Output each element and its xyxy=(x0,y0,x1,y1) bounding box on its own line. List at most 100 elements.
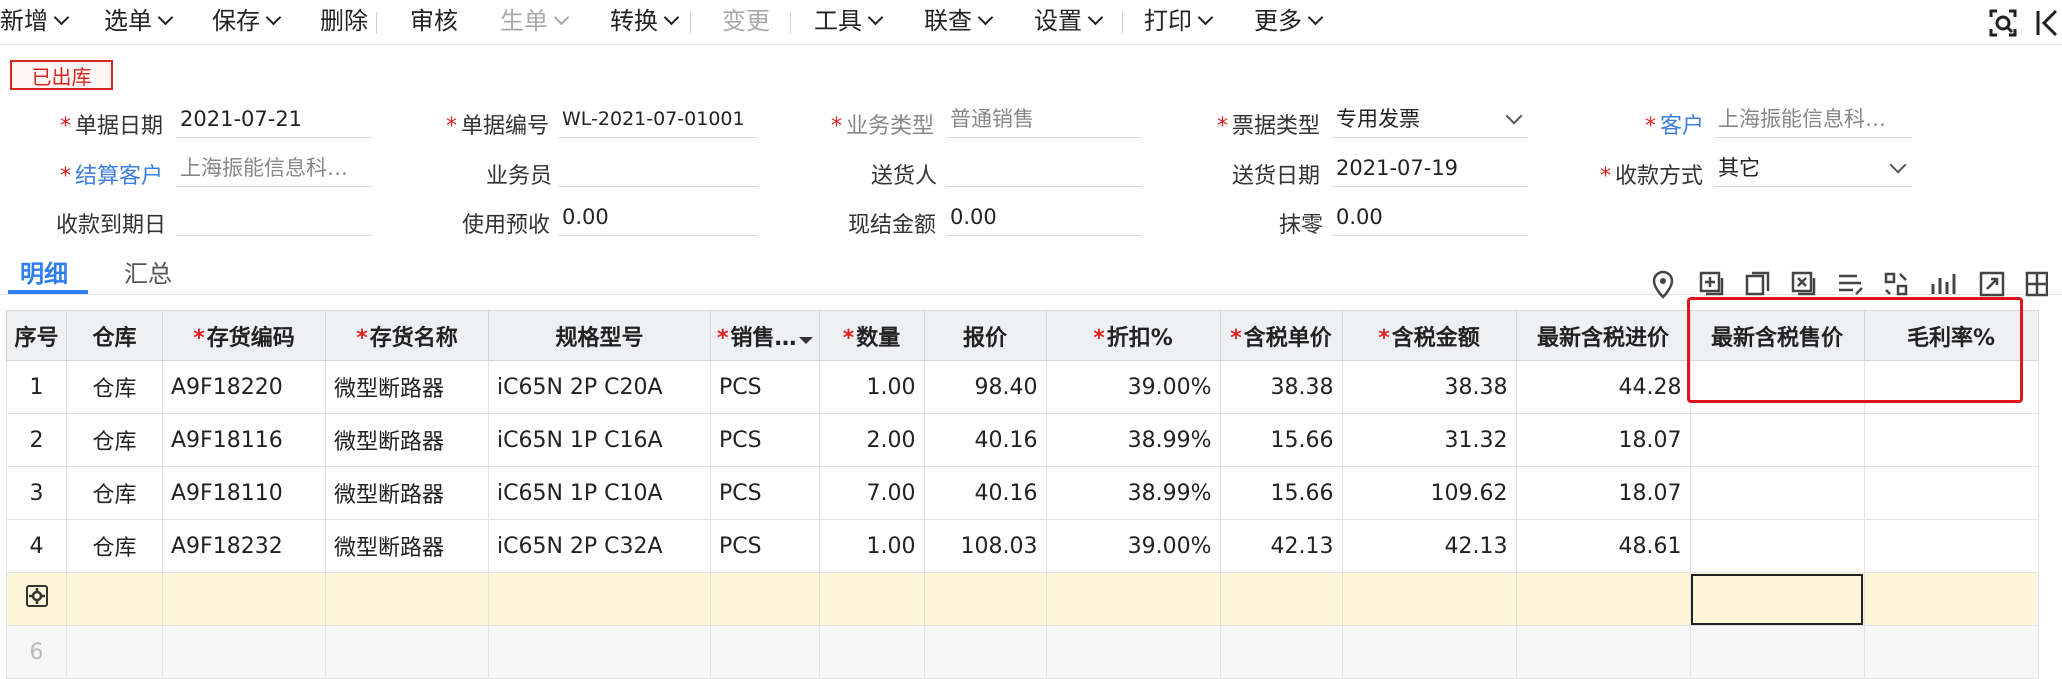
table-cell[interactable] xyxy=(1863,625,2039,679)
column-header[interactable]: 最新含税售价 xyxy=(1689,310,1865,361)
location-icon[interactable] xyxy=(1650,270,1676,304)
chart-icon[interactable] xyxy=(1930,270,1958,302)
table-cell[interactable] xyxy=(1689,625,1865,679)
column-header[interactable]: *存货编码 xyxy=(162,310,326,361)
table-cell[interactable]: 40.16 xyxy=(923,466,1047,520)
table-cell[interactable] xyxy=(325,625,489,679)
toolbar-item-6[interactable]: 转换 xyxy=(610,6,680,36)
due-date-field[interactable] xyxy=(176,202,372,236)
column-header[interactable]: 序号 xyxy=(6,310,67,361)
doc-date-field[interactable]: 2021-07-21 xyxy=(176,104,372,138)
table-cell[interactable]: 3 xyxy=(6,466,67,520)
table-cell[interactable]: A9F18220 xyxy=(162,360,326,414)
table-cell[interactable]: 微型断路器 xyxy=(325,519,489,573)
table-cell[interactable] xyxy=(1689,360,1865,414)
table-cell[interactable] xyxy=(1045,572,1221,626)
table-cell[interactable]: 2.00 xyxy=(818,413,925,467)
table-cell[interactable]: 42.13 xyxy=(1219,519,1343,573)
column-header[interactable]: *存货名称 xyxy=(325,310,489,361)
copy-row-icon[interactable] xyxy=(1744,270,1772,302)
table-cell[interactable]: 15.66 xyxy=(1219,413,1343,467)
table-cell[interactable]: 109.62 xyxy=(1341,466,1517,520)
table-cell[interactable]: 38.38 xyxy=(1219,360,1343,414)
table-cell[interactable] xyxy=(66,572,163,626)
batch-edit-icon[interactable] xyxy=(1836,270,1864,302)
table-cell[interactable]: 微型断路器 xyxy=(325,466,489,520)
table-cell[interactable]: 98.40 xyxy=(923,360,1047,414)
split-icon[interactable] xyxy=(1882,270,1910,302)
toolbar-item-12[interactable]: 更多 xyxy=(1254,6,1324,36)
tab-detail[interactable]: 明细 xyxy=(20,254,68,289)
table-cell[interactable]: 48.61 xyxy=(1515,519,1691,573)
table-cell[interactable] xyxy=(1341,572,1517,626)
table-cell[interactable] xyxy=(1219,572,1343,626)
table-cell[interactable] xyxy=(488,625,711,679)
cash-amount-field[interactable]: 0.00 xyxy=(946,202,1142,236)
table-cell[interactable]: PCS xyxy=(710,413,820,467)
column-header[interactable]: *含税单价 xyxy=(1219,310,1343,361)
table-cell[interactable] xyxy=(1863,360,2039,414)
table-cell[interactable] xyxy=(1863,572,2039,626)
table-cell[interactable] xyxy=(818,572,925,626)
table-cell[interactable]: 108.03 xyxy=(923,519,1047,573)
settle-customer-field[interactable]: 上海振能信息科… xyxy=(176,153,372,187)
column-header[interactable]: *含税金额 xyxy=(1341,310,1517,361)
customer-label[interactable]: * 客户 xyxy=(1645,108,1704,140)
table-cell[interactable]: iC65N 2P C20A xyxy=(488,360,711,414)
prev-record-icon[interactable] xyxy=(2034,8,2060,42)
table-cell[interactable]: 38.99% xyxy=(1045,466,1221,520)
column-header[interactable]: 仓库 xyxy=(66,310,163,361)
table-cell[interactable]: 39.00% xyxy=(1045,519,1221,573)
table-cell[interactable]: 15.66 xyxy=(1219,466,1343,520)
table-cell[interactable]: 6 xyxy=(6,625,67,679)
toolbar-item-10[interactable]: 设置 xyxy=(1034,6,1104,36)
table-cell[interactable] xyxy=(923,572,1047,626)
selected-cell[interactable] xyxy=(1689,572,1865,626)
table-cell[interactable] xyxy=(1689,466,1865,520)
table-cell[interactable]: iC65N 2P C32A xyxy=(488,519,711,573)
table-cell[interactable] xyxy=(710,572,820,626)
tab-summary[interactable]: 汇总 xyxy=(124,254,172,289)
table-cell[interactable]: 44.28 xyxy=(1515,360,1691,414)
table-cell[interactable] xyxy=(162,572,326,626)
table-cell[interactable]: A9F18232 xyxy=(162,519,326,573)
table-cell[interactable]: 微型断路器 xyxy=(325,360,489,414)
table-cell[interactable]: 仓库 xyxy=(66,360,163,414)
table-row[interactable]: 4 仓库 A9F18232 微型断路器 iC65N 2P C32A PCS 1.00 108.… xyxy=(6,519,2039,573)
table-row[interactable]: 6 xyxy=(6,625,2039,679)
table-cell[interactable]: 1.00 xyxy=(818,519,925,573)
table-cell[interactable]: 2 xyxy=(6,413,67,467)
table-cell[interactable]: 仓库 xyxy=(66,466,163,520)
table-cell[interactable]: 42.13 xyxy=(1341,519,1517,573)
table-cell[interactable] xyxy=(710,625,820,679)
invoice-type-select[interactable]: 专用发票 xyxy=(1332,104,1528,138)
table-cell[interactable]: PCS xyxy=(710,360,820,414)
table-cell[interactable]: 仓库 xyxy=(66,519,163,573)
table-cell[interactable] xyxy=(1515,572,1691,626)
deliverer-field[interactable] xyxy=(946,153,1142,187)
table-cell[interactable] xyxy=(1341,625,1517,679)
table-cell[interactable] xyxy=(66,625,163,679)
settle-customer-label[interactable]: * 结算客户 xyxy=(60,158,163,190)
column-header[interactable]: 规格型号 xyxy=(488,310,711,361)
table-cell[interactable] xyxy=(325,572,489,626)
table-cell[interactable]: A9F18116 xyxy=(162,413,326,467)
toolbar-item-9[interactable]: 联查 xyxy=(924,6,994,36)
column-header[interactable]: *销售… xyxy=(710,310,820,361)
columns-icon[interactable] xyxy=(2024,270,2049,302)
table-cell[interactable]: 18.07 xyxy=(1515,466,1691,520)
add-row-icon[interactable] xyxy=(1698,270,1726,302)
table-cell[interactable] xyxy=(488,572,711,626)
table-cell[interactable]: 38.99% xyxy=(1045,413,1221,467)
toolbar-item-0[interactable]: 新增 xyxy=(0,6,70,36)
toolbar-item-11[interactable]: 打印 xyxy=(1144,6,1214,36)
table-cell[interactable]: 仓库 xyxy=(66,413,163,467)
column-header[interactable]: *数量 xyxy=(818,310,925,361)
salesman-field[interactable] xyxy=(558,153,758,187)
table-cell[interactable] xyxy=(1863,519,2039,573)
table-cell[interactable]: 1.00 xyxy=(818,360,925,414)
delivery-date-field[interactable]: 2021-07-19 xyxy=(1332,153,1528,187)
table-cell[interactable]: 7.00 xyxy=(818,466,925,520)
column-header[interactable]: 最新含税进价 xyxy=(1515,310,1691,361)
toolbar-item-3[interactable]: 删除 xyxy=(320,6,368,36)
